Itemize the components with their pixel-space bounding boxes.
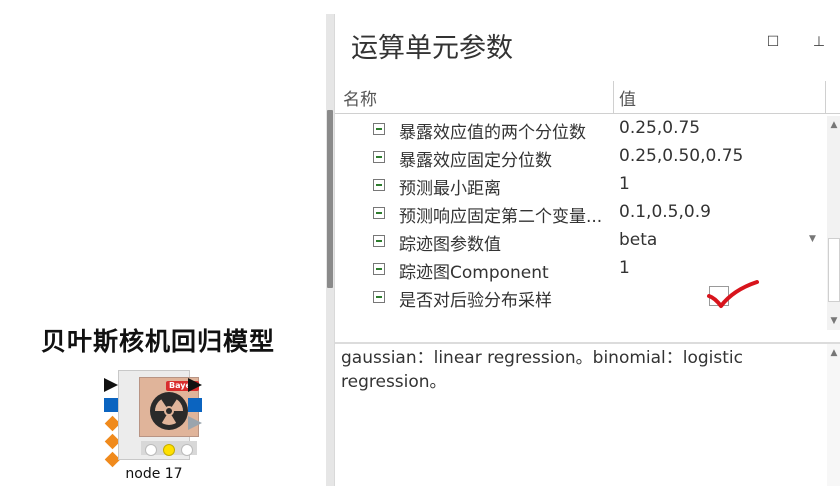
scroll-up-icon[interactable]: ▲ [827,346,840,360]
property-name: 踪迹图参数值 [399,235,501,255]
property-name: 暴露效应固定分位数 [399,151,552,171]
scroll-up-icon[interactable]: ▲ [827,118,840,132]
property-description: gaussian：linear regression。binomial：logi… [341,348,743,392]
property-icon [373,291,385,303]
property-icon [373,235,385,247]
property-name: 暴露效应值的两个分位数 [399,123,586,143]
column-divider[interactable] [613,81,614,113]
splitter[interactable] [335,342,840,344]
panel-title: 运算单元参数 [351,33,513,64]
property-value[interactable]: 0.25,0.50,0.75 [619,146,743,166]
scroll-down-icon[interactable]: ▼ [827,314,840,328]
property-name: 是否对后验分布采样 [399,291,552,311]
column-header-name[interactable]: 名称 [343,85,377,110]
output-port-model[interactable] [188,398,202,412]
dropdown-arrow-icon[interactable]: ▼ [809,234,816,244]
property-icon [373,179,385,191]
property-icon [373,263,385,275]
scrollbar-thumb[interactable] [327,110,333,288]
property-row[interactable]: 踪迹图参数值 beta ▼ [335,228,825,256]
status-dot [181,444,193,456]
pin-icon[interactable]: ⊥ [809,32,829,52]
grid-header: 名称 值 [335,81,840,114]
column-header-value[interactable]: 值 [619,85,636,110]
scrollbar-thumb[interactable] [828,238,840,302]
status-dot-active [163,444,175,456]
status-dot [145,444,157,456]
description-scrollbar[interactable]: ▲ [827,344,840,486]
property-value[interactable]: 1 [619,174,630,194]
property-icon [373,123,385,135]
property-icon [373,151,385,163]
property-icon [373,207,385,219]
model-title: 贝叶斯核机回归模型 [40,327,275,356]
property-name: 预测响应固定第二个变量... [399,207,603,227]
maximize-icon[interactable]: ☐ [763,32,783,52]
grid-scrollbar[interactable]: ▲ ▼ [827,116,840,330]
node-label: node 17 [125,466,183,482]
property-value[interactable]: 0.1,0.5,0.9 [619,202,711,222]
property-row[interactable]: 预测最小距离 1 [335,172,825,200]
check-mark-icon [707,280,759,308]
canvas-scrollbar[interactable] [326,14,334,486]
property-row[interactable]: 预测响应固定第二个变量... 0.1,0.5,0.9 [335,200,825,228]
property-value[interactable]: 1 [619,258,630,278]
property-value[interactable]: 0.25,0.75 [619,118,700,138]
workflow-node[interactable]: Bayes node 17 [104,370,204,482]
node-body[interactable]: Bayes [118,370,199,460]
column-divider[interactable] [825,81,826,113]
property-name: 预测最小距离 [399,179,501,199]
property-name: 踪迹图Component [399,263,549,283]
input-port-data[interactable] [104,378,118,392]
properties-panel: 运算单元参数 ☐ ⊥ 名称 值 暴露效应值的两个分位数 0.25,0.75 暴露… [334,14,840,486]
input-port-model[interactable] [104,398,118,412]
property-value-select[interactable]: beta [619,230,657,250]
workflow-canvas[interactable]: 贝叶斯核机回归模型 Bayes node 17 [0,0,326,486]
property-row[interactable]: 暴露效应值的两个分位数 0.25,0.75 [335,116,825,144]
property-row[interactable]: 暴露效应固定分位数 0.25,0.50,0.75 [335,144,825,172]
node-status-bar [141,441,197,456]
